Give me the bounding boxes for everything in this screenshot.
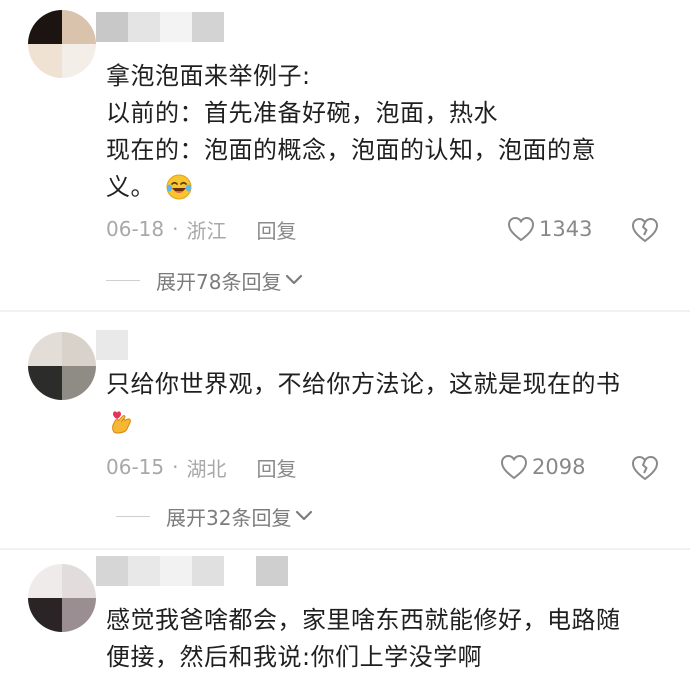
like-count: 2098 [532, 455, 586, 479]
comment-line: 现在的：泡面的概念，泡面的认知，泡面的意 [106, 136, 596, 164]
comment-line-last: 义。 [106, 169, 666, 206]
reply-button[interactable]: 回复 [256, 453, 296, 482]
chevron-down-icon [296, 510, 313, 521]
comment-line-emoji [106, 403, 666, 440]
finger-heart-emoji [112, 411, 131, 434]
comment-meta: 06-15 · 湖北 回复 [106, 452, 296, 482]
username-blurred[interactable] [96, 330, 128, 360]
reply-button[interactable]: 回复 [256, 215, 296, 244]
comment-text: 感觉我爸啥都会，家里啥东西就能修好，电路随 便接，然后和我说:你们上学没学啊 [106, 602, 666, 676]
comment-text: 拿泡泡面来举例子: 以前的：首先准备好碗，泡面，热水 现在的：泡面的概念，泡面的… [106, 58, 666, 206]
comment-line: 义。 [106, 173, 155, 201]
avatar[interactable] [28, 564, 96, 632]
expand-divider [116, 515, 150, 517]
comment-divider [0, 548, 690, 550]
like-count: 1343 [539, 217, 593, 241]
username-blurred[interactable] [96, 556, 288, 586]
expand-replies-button[interactable]: 展开32条回复 [116, 501, 313, 531]
comment-date: 06-18 [106, 217, 165, 241]
comment-item: 拿泡泡面来举例子: 以前的：首先准备好碗，泡面，热水 现在的：泡面的概念，泡面的… [0, 0, 690, 305]
expand-divider [106, 279, 140, 281]
heart-outline-icon [500, 454, 528, 480]
avatar[interactable] [28, 10, 96, 78]
like-button[interactable]: 2098 [500, 452, 585, 482]
comment-line: 以前的：首先准备好碗，泡面，热水 [106, 99, 498, 127]
comment-meta: 06-18 · 浙江 回复 [106, 214, 296, 244]
meta-separator: · [172, 455, 179, 479]
comment-line: 感觉我爸啥都会，家里啥东西就能修好，电路随 [106, 606, 621, 634]
meta-separator: · [172, 217, 179, 241]
comment-text: 只给你世界观，不给你方法论，这就是现在的书 [106, 366, 666, 440]
comment-line: 拿泡泡面来举例子: [106, 62, 311, 90]
broken-heart-icon[interactable] [630, 214, 660, 244]
comment-item: 只给你世界观，不给你方法论，这就是现在的书 06-15 · 湖北 回复 2098… [0, 318, 690, 548]
comment-date: 06-15 [106, 455, 165, 479]
comment-location: 浙江 [186, 218, 227, 243]
like-button[interactable]: 1343 [507, 214, 592, 244]
comment-location: 湖北 [186, 456, 227, 481]
comment-line: 只给你世界观，不给你方法论，这就是现在的书 [106, 370, 621, 398]
laughing-tears-emoji [166, 174, 192, 200]
comment-item: 感觉我爸啥都会，家里啥东西就能修好，电路随 便接，然后和我说:你们上学没学啊 [0, 552, 690, 682]
username-blurred[interactable] [96, 12, 224, 42]
chevron-down-icon [286, 274, 303, 285]
expand-replies-label: 展开32条回复 [166, 505, 292, 530]
comment-line: 便接，然后和我说:你们上学没学啊 [106, 643, 483, 671]
expand-replies-label: 展开78条回复 [156, 269, 282, 294]
broken-heart-icon[interactable] [630, 452, 660, 482]
comment-divider [0, 310, 690, 312]
heart-outline-icon [507, 216, 535, 242]
expand-replies-button[interactable]: 展开78条回复 [106, 265, 303, 295]
avatar[interactable] [28, 332, 96, 400]
